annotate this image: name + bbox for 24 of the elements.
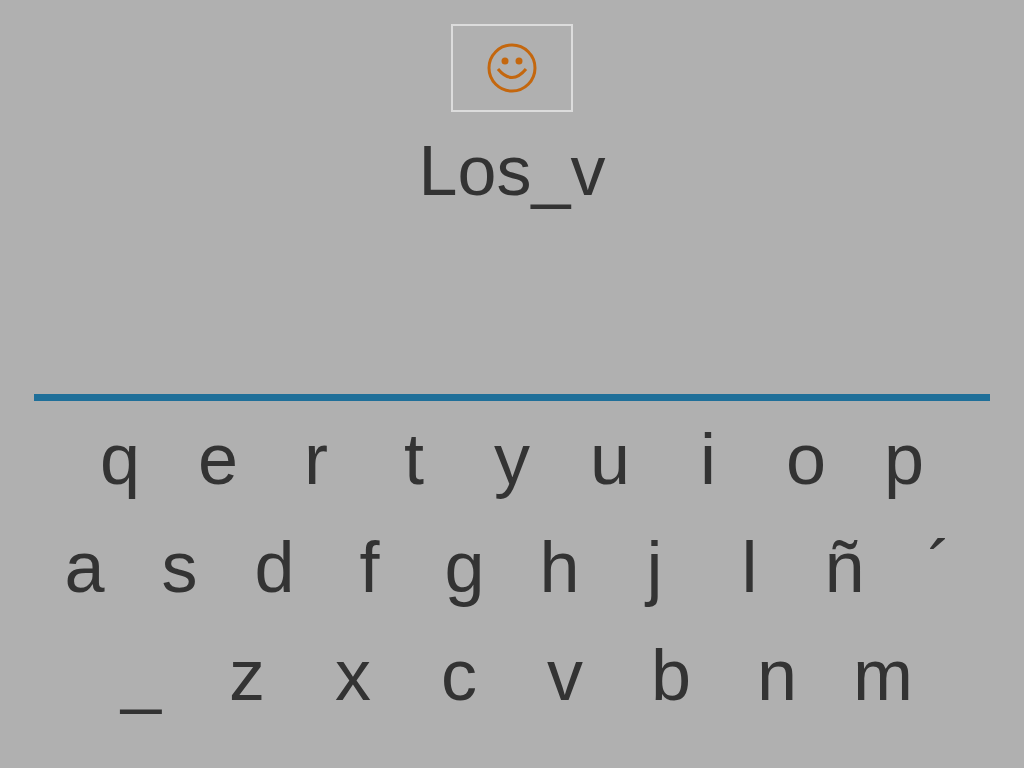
smiley-icon	[486, 42, 538, 94]
key[interactable]: f	[322, 531, 417, 603]
key[interactable]: a	[37, 531, 132, 603]
key[interactable]: z	[194, 639, 300, 711]
key[interactable]: l	[702, 531, 797, 603]
key[interactable]: t	[365, 423, 463, 495]
key[interactable]: n	[724, 639, 830, 711]
key[interactable]: e	[169, 423, 267, 495]
key[interactable]: m	[830, 639, 936, 711]
smiley-button[interactable]	[451, 24, 573, 112]
key[interactable]: u	[561, 423, 659, 495]
key[interactable]: b	[618, 639, 724, 711]
key[interactable]: s	[132, 531, 227, 603]
key[interactable]: h	[512, 531, 607, 603]
key[interactable]: d	[227, 531, 322, 603]
typed-text: Los_v	[418, 136, 606, 212]
key[interactable]: v	[512, 639, 618, 711]
key[interactable]: o	[757, 423, 855, 495]
key[interactable]: ñ	[797, 531, 892, 603]
key[interactable]: ´	[892, 531, 987, 603]
key[interactable]: x	[300, 639, 406, 711]
key[interactable]: r	[267, 423, 365, 495]
key[interactable]: i	[659, 423, 757, 495]
key[interactable]: c	[406, 639, 512, 711]
